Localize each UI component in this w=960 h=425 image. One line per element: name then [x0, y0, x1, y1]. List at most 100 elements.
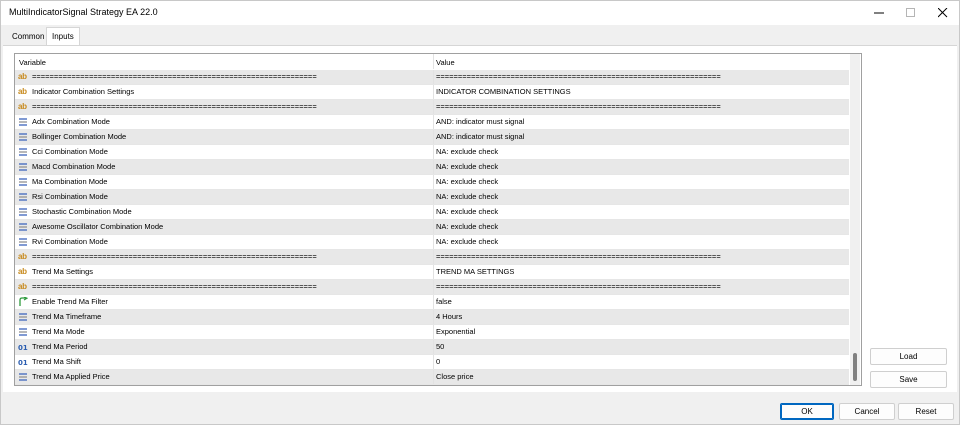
column-divider[interactable] — [433, 54, 434, 69]
enum-icon — [18, 117, 28, 127]
vertical-scrollbar[interactable] — [850, 54, 860, 385]
cell-divider — [433, 355, 434, 369]
table-row[interactable]: Adx Combination Mode AND: indicator must … — [15, 115, 849, 130]
row-value-cell[interactable]: Close price — [436, 372, 846, 381]
tab-inputs[interactable]: Inputs — [46, 27, 80, 45]
row-value-cell[interactable]: NA: exclude check — [436, 162, 846, 171]
cell-divider — [433, 130, 434, 144]
row-variable-name: Trend Ma Mode — [32, 327, 85, 336]
table-row[interactable]: ab ======================================… — [15, 70, 849, 85]
inputs-grid: Variable Value ab =======================… — [14, 53, 862, 386]
cell-divider — [433, 370, 434, 384]
row-value-cell[interactable]: ========================================… — [436, 72, 846, 81]
minimize-button[interactable] — [863, 1, 895, 25]
table-row[interactable]: Awesome Oscillator Combination Mode NA: e… — [15, 220, 849, 235]
row-value-cell[interactable]: NA: exclude check — [436, 192, 846, 201]
row-value-cell[interactable]: ========================================… — [436, 102, 846, 111]
table-row[interactable]: Macd Combination Mode NA: exclude check — [15, 160, 849, 175]
enum-icon — [18, 132, 28, 142]
table-row[interactable]: Stochastic Combination Mode NA: exclude c… — [15, 205, 849, 220]
table-row[interactable]: Trend Ma Applied Price Close price — [15, 370, 849, 385]
row-value-cell[interactable]: Exponential — [436, 327, 846, 336]
row-value-cell[interactable]: NA: exclude check — [436, 222, 846, 231]
row-value-cell[interactable]: NA: exclude check — [436, 177, 846, 186]
row-value-cell[interactable]: NA: exclude check — [436, 237, 846, 246]
table-row[interactable]: Trend Ma Timeframe 4 Hours — [15, 310, 849, 325]
table-row[interactable]: ab Indicator Combination Settings INDICATO… — [15, 85, 849, 100]
enum-icon — [18, 162, 28, 172]
save-button[interactable]: Save — [870, 371, 947, 388]
row-variable-name: Enable Trend Ma Filter — [32, 297, 108, 306]
row-value-cell[interactable]: ========================================… — [436, 252, 846, 261]
table-row[interactable]: Enable Trend Ma Filter false — [15, 295, 849, 310]
table-row[interactable]: ab Trend Ma Settings TREND MA SETTINGS — [15, 265, 849, 280]
int-icon: 01 — [18, 357, 28, 367]
row-value-cell[interactable]: 4 Hours — [436, 312, 846, 321]
row-variable-name: Trend Ma Settings — [32, 267, 93, 276]
table-row[interactable]: 01 Trend Ma Period 50 — [15, 340, 849, 355]
row-value-cell[interactable]: 0 — [436, 357, 846, 366]
dialog-window: MultiIndicatorSignal Strategy EA 22.0 Co… — [0, 0, 960, 425]
row-value-cell[interactable]: false — [436, 297, 846, 306]
close-button[interactable] — [927, 1, 959, 25]
enum-icon — [18, 372, 28, 382]
table-row[interactable]: 01 Trend Ma Shift 0 — [15, 355, 849, 370]
table-row[interactable]: Rsi Combination Mode NA: exclude check — [15, 190, 849, 205]
cell-divider — [433, 100, 434, 114]
cancel-button[interactable]: Cancel — [839, 403, 895, 420]
title-bar: MultiIndicatorSignal Strategy EA 22.0 — [1, 1, 959, 25]
row-variable-name: Ma Combination Mode — [32, 177, 108, 186]
cell-divider — [433, 190, 434, 204]
row-variable-name: Trend Ma Timeframe — [32, 312, 102, 321]
row-value-cell[interactable]: INDICATOR COMBINATION SETTINGS — [436, 87, 846, 96]
close-icon — [938, 8, 948, 18]
table-row[interactable]: Ma Combination Mode NA: exclude check — [15, 175, 849, 190]
cell-divider — [433, 235, 434, 249]
cell-divider — [433, 160, 434, 174]
row-variable-name: Cci Combination Mode — [32, 147, 108, 156]
ab-icon: ab — [18, 102, 27, 111]
row-value-cell[interactable]: TREND MA SETTINGS — [436, 267, 846, 276]
minimize-icon — [874, 12, 884, 14]
load-button[interactable]: Load — [870, 348, 947, 365]
row-value-cell[interactable]: NA: exclude check — [436, 207, 846, 216]
row-value-cell[interactable]: AND: indicator must signal — [436, 132, 846, 141]
tab-common[interactable]: Common — [7, 29, 49, 44]
cell-divider — [433, 145, 434, 159]
row-value-cell[interactable]: AND: indicator must signal — [436, 117, 846, 126]
row-variable-name: Trend Ma Shift — [32, 357, 81, 366]
row-variable-name: Rvi Combination Mode — [32, 237, 108, 246]
row-value-cell[interactable]: NA: exclude check — [436, 147, 846, 156]
scrollbar-thumb[interactable] — [853, 353, 857, 381]
row-value-cell[interactable]: ========================================… — [436, 282, 846, 291]
table-row[interactable]: ab ======================================… — [15, 280, 849, 295]
window-title: MultiIndicatorSignal Strategy EA 22.0 — [9, 7, 158, 17]
bool-icon — [18, 296, 29, 307]
table-row[interactable]: ab ======================================… — [15, 100, 849, 115]
column-header-variable[interactable]: Variable — [19, 58, 46, 67]
row-variable-name: Indicator Combination Settings — [32, 87, 135, 96]
enum-icon — [18, 177, 28, 187]
cell-divider — [433, 175, 434, 189]
table-row[interactable]: Rvi Combination Mode NA: exclude check — [15, 235, 849, 250]
row-variable-name: ========================================… — [32, 282, 317, 291]
table-row[interactable]: ab ======================================… — [15, 250, 849, 265]
table-row[interactable]: Cci Combination Mode NA: exclude check — [15, 145, 849, 160]
row-variable-name: Trend Ma Period — [32, 342, 88, 351]
reset-button[interactable]: Reset — [898, 403, 954, 420]
row-variable-name: Awesome Oscillator Combination Mode — [32, 222, 164, 231]
table-row[interactable]: Trend Ma Mode Exponential — [15, 325, 849, 340]
ab-icon: ab — [18, 267, 27, 276]
table-row[interactable]: Bollinger Combination Mode AND: indicator… — [15, 130, 849, 145]
column-header-value[interactable]: Value — [436, 58, 455, 67]
row-variable-name: Adx Combination Mode — [32, 117, 110, 126]
row-variable-name: Trend Ma Applied Price — [32, 372, 110, 381]
ab-icon: ab — [18, 252, 27, 261]
svg-text:01: 01 — [18, 359, 28, 367]
cell-divider — [433, 265, 434, 279]
ok-button[interactable]: OK — [780, 403, 834, 420]
cell-divider — [433, 250, 434, 264]
cell-divider — [433, 310, 434, 324]
row-value-cell[interactable]: 50 — [436, 342, 846, 351]
row-variable-name: Bollinger Combination Mode — [32, 132, 127, 141]
